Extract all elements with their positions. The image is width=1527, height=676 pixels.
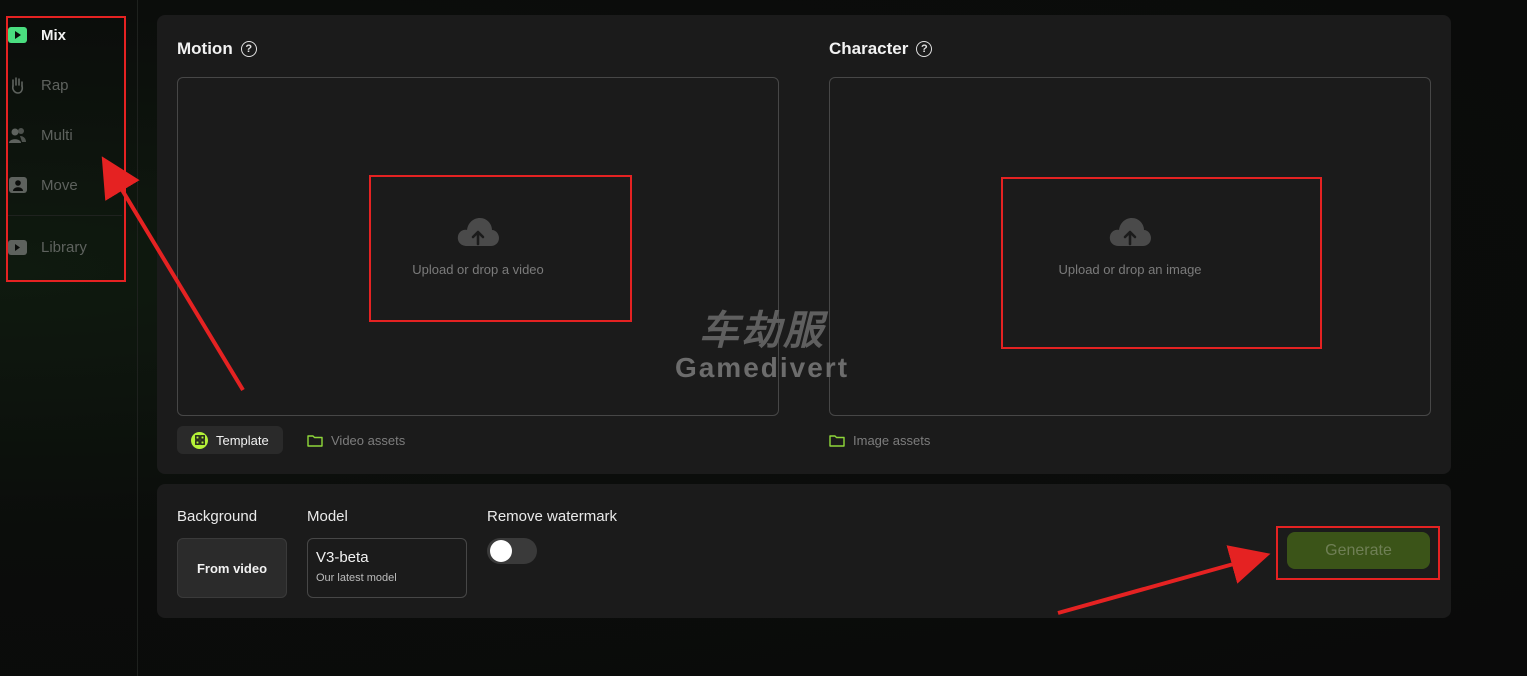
template-button[interactable]: Template (177, 426, 283, 454)
video-upload-label: Upload or drop a video (412, 262, 544, 277)
model-subtitle: Our latest model (316, 572, 397, 584)
sidebar-item-multi[interactable]: Multi (8, 121, 124, 149)
sidebar-item-mix[interactable]: Mix (8, 21, 124, 49)
sidebar-item-rap[interactable]: Rap (8, 71, 124, 99)
sidebar-item-label: Library (41, 238, 87, 256)
settings-panel: Background From video Model V3-beta Our … (157, 484, 1451, 618)
motion-title: Motion (177, 39, 233, 58)
model-label: Model (307, 508, 348, 525)
upload-panel: Motion ? Character ? Upload or drop a vi… (157, 15, 1451, 474)
video-assets-label: Video assets (331, 432, 406, 448)
template-label: Template (216, 432, 269, 448)
help-icon[interactable]: ? (240, 41, 257, 57)
template-icon (191, 431, 208, 449)
sidebar-item-label: Move (41, 176, 78, 194)
help-icon[interactable]: ? (916, 41, 933, 57)
cloud-upload-icon (1109, 218, 1151, 246)
model-select[interactable]: V3-beta Our latest model (307, 538, 467, 598)
sidebar-item-label: Multi (41, 126, 73, 144)
sidebar-item-move[interactable]: Move (8, 171, 124, 199)
generate-button[interactable]: Generate (1287, 532, 1430, 569)
image-upload-label: Upload or drop an image (1058, 262, 1202, 277)
sidebar-item-label: Mix (41, 26, 67, 44)
remove-watermark-toggle[interactable] (487, 538, 537, 564)
video-dropzone[interactable]: Upload or drop a video (177, 77, 779, 416)
sidebar-divider (8, 215, 122, 216)
video-library-icon (8, 238, 27, 257)
person-square-icon (8, 176, 27, 195)
sidebar: Mix Rap Multi Move Library (0, 0, 138, 676)
background-select-button[interactable]: From video (177, 538, 287, 598)
image-dropzone[interactable]: Upload or drop an image (829, 77, 1431, 416)
users-icon (8, 126, 27, 145)
cloud-upload-icon (457, 218, 499, 246)
folder-icon (307, 434, 323, 447)
model-name: V3-beta (316, 549, 369, 566)
motion-section-title: Motion ? (177, 39, 257, 59)
play-square-icon (8, 26, 27, 45)
sidebar-item-library[interactable]: Library (8, 233, 124, 261)
image-assets-label: Image assets (853, 432, 931, 448)
background-label: Background (177, 508, 258, 525)
hand-icon (8, 76, 27, 95)
toggle-knob (490, 540, 512, 562)
sidebar-item-label: Rap (41, 76, 69, 94)
image-assets-button[interactable]: Image assets (829, 426, 930, 454)
folder-icon (829, 434, 845, 447)
character-title: Character (829, 39, 909, 58)
remove-watermark-label: Remove watermark (487, 508, 618, 525)
video-assets-button[interactable]: Video assets (307, 426, 405, 454)
character-section-title: Character ? (829, 39, 933, 59)
